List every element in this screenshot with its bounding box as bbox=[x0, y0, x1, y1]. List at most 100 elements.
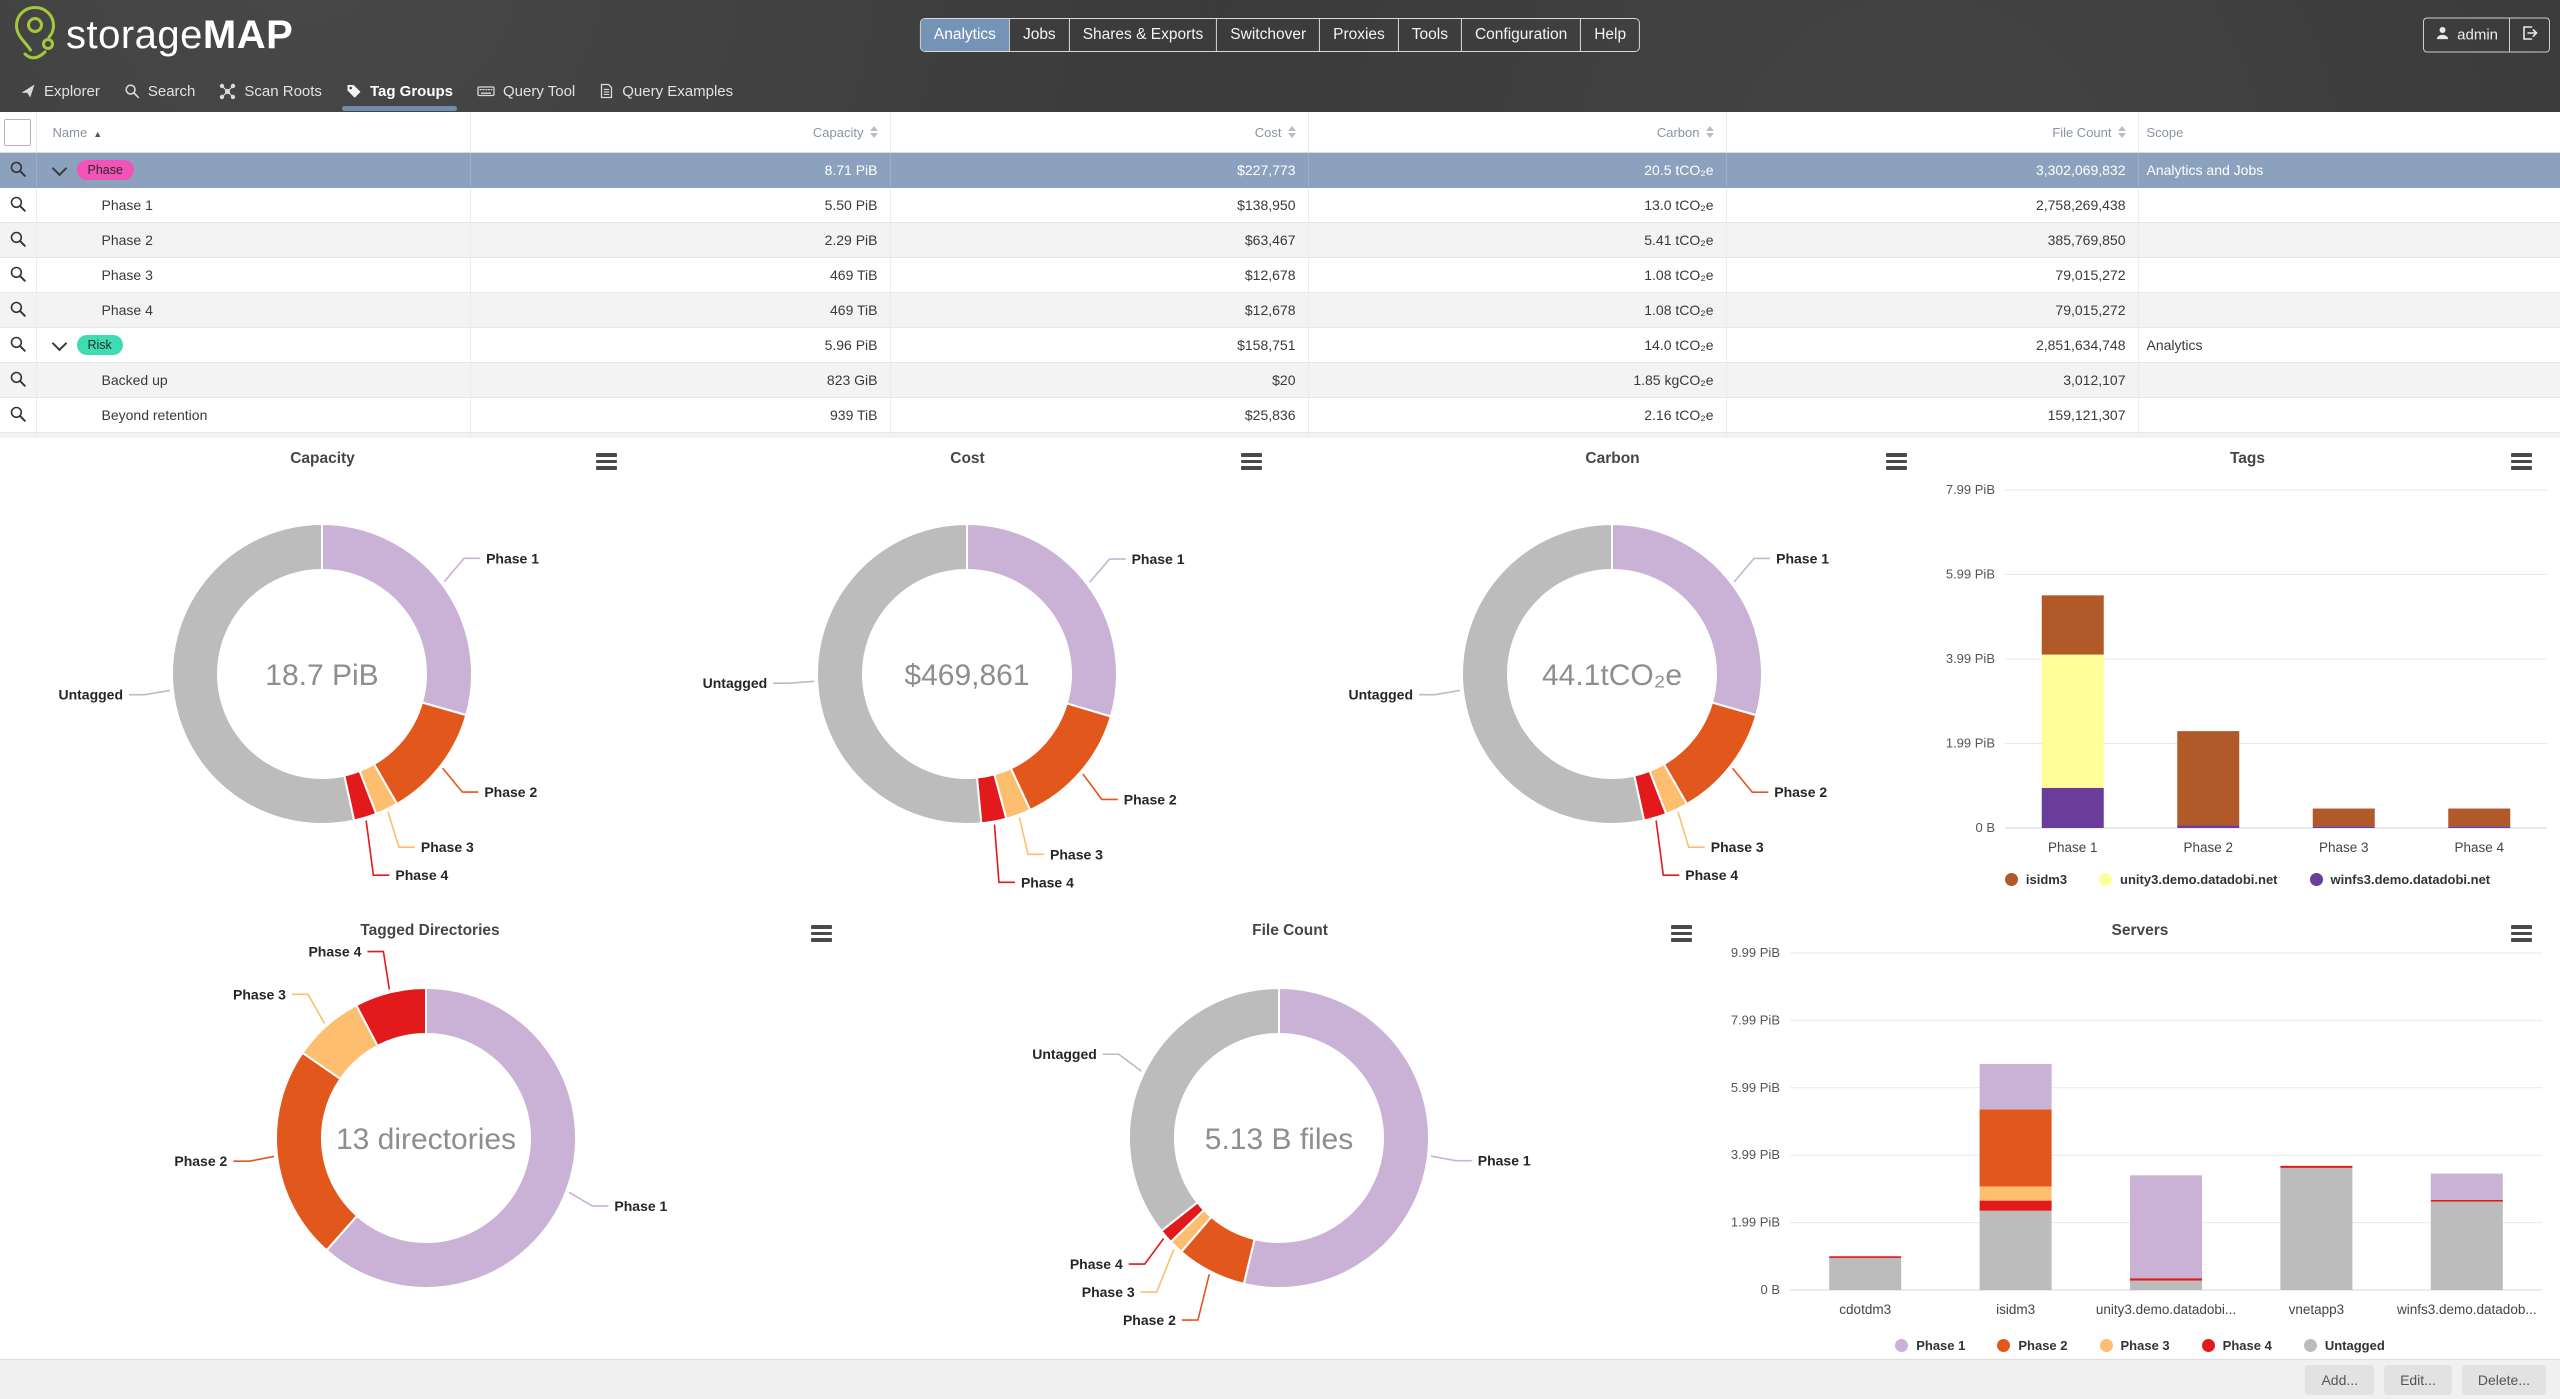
row-search-icon[interactable] bbox=[9, 305, 27, 321]
chart-menu-icon[interactable] bbox=[2511, 925, 2532, 942]
row-search-icon[interactable] bbox=[9, 410, 27, 426]
table-row-phase-4[interactable]: Phase 4469 TiB$12,6781.08 tCO₂e79,015,27… bbox=[0, 293, 2560, 328]
legend-label: Phase 1 bbox=[1916, 1338, 1965, 1353]
table-row-beyond-retention[interactable]: Beyond retention939 TiB$25,8362.16 tCO₂e… bbox=[0, 398, 2560, 433]
tab-analytics[interactable]: Analytics bbox=[921, 19, 1009, 51]
column-header-capacity[interactable]: Capacity bbox=[470, 112, 890, 153]
row-search-icon[interactable] bbox=[9, 235, 27, 251]
bar-segment-phase-1-winfs3-demo-datadob[interactable] bbox=[2431, 1174, 2503, 1200]
x-axis-label-phase-2: Phase 2 bbox=[2183, 840, 2233, 855]
cost-cell: $20 bbox=[890, 363, 1308, 398]
column-header-cost[interactable]: Cost bbox=[890, 112, 1308, 153]
subnav-item-query-tool[interactable]: Query Tool bbox=[465, 70, 587, 112]
bar-segment-phase-4-cdotdm3[interactable] bbox=[1829, 1256, 1901, 1258]
bar-segment-phase-4-unity3-demo-datadobi[interactable] bbox=[2130, 1278, 2202, 1280]
chart-menu-icon[interactable] bbox=[1886, 453, 1907, 470]
select-all-box[interactable] bbox=[4, 119, 31, 146]
column-header-carbon[interactable]: Carbon bbox=[1308, 112, 1726, 153]
row-search-icon[interactable] bbox=[9, 270, 27, 286]
legend-item-phase-3[interactable]: Phase 3 bbox=[2100, 1338, 2170, 1353]
bar-segment-unity3-demo-datadobi-net-phase-1[interactable] bbox=[2042, 655, 2104, 788]
tag-group-badge[interactable]: Phase bbox=[77, 160, 134, 180]
legend-item-untagged[interactable]: Untagged bbox=[2304, 1338, 2385, 1353]
tab-proxies[interactable]: Proxies bbox=[1319, 19, 1398, 51]
add-button[interactable]: Add... bbox=[2305, 1365, 2374, 1395]
column-header-name[interactable]: Name▲ bbox=[36, 112, 470, 153]
tab-jobs[interactable]: Jobs bbox=[1009, 19, 1069, 51]
sort-icon bbox=[2118, 126, 2126, 138]
y-axis-tick: 3.99 PiB bbox=[1731, 1147, 1780, 1162]
x-axis-label-winfs3-demo-datadob: winfs3.demo.datadob... bbox=[2396, 1302, 2537, 1317]
bar-segment-winfs3-demo-datadobi-net-phase-4[interactable] bbox=[2448, 826, 2510, 828]
tab-switchover[interactable]: Switchover bbox=[1216, 19, 1319, 51]
table-row-phase-1[interactable]: Phase 15.50 PiB$138,95013.0 tCO₂e2,758,2… bbox=[0, 188, 2560, 223]
legend-item-phase-2[interactable]: Phase 2 bbox=[1997, 1338, 2067, 1353]
bar-segment-untagged-winfs3-demo-datadob[interactable] bbox=[2431, 1202, 2503, 1290]
expander-chevron-icon[interactable] bbox=[51, 335, 67, 351]
legend-item-winfs3-demo-datadobi-net[interactable]: winfs3.demo.datadobi.net bbox=[2310, 872, 2491, 887]
column-header-file-count[interactable]: File Count bbox=[1726, 112, 2138, 153]
chart-menu-icon[interactable] bbox=[596, 453, 617, 470]
tab-configuration[interactable]: Configuration bbox=[1461, 19, 1580, 51]
legend-item-phase-1[interactable]: Phase 1 bbox=[1895, 1338, 1965, 1353]
column-header-scope[interactable]: Scope bbox=[2138, 112, 2560, 153]
bar-segment-phase-4-winfs3-demo-datadob[interactable] bbox=[2431, 1200, 2503, 1202]
donut-label-phase-4: Phase 4 bbox=[395, 867, 448, 883]
bar-segment-winfs3-demo-datadobi-net-phase-1[interactable] bbox=[2042, 788, 2104, 828]
chart-title-cost: Cost bbox=[645, 450, 1290, 468]
bar-segment-phase-4-isidm3[interactable] bbox=[1980, 1201, 2052, 1211]
table-row-phase-3[interactable]: Phase 3469 TiB$12,6781.08 tCO₂e79,015,27… bbox=[0, 258, 2560, 293]
subnav-item-search[interactable]: Search bbox=[112, 70, 208, 112]
logout-button[interactable] bbox=[2509, 19, 2549, 52]
tab-tools[interactable]: Tools bbox=[1398, 19, 1461, 51]
bar-segment-phase-3-isidm3[interactable] bbox=[1980, 1186, 2052, 1200]
row-search-icon[interactable] bbox=[9, 375, 27, 391]
table-row-phase-2[interactable]: Phase 22.29 PiB$63,4675.41 tCO₂e385,769,… bbox=[0, 223, 2560, 258]
subnav-item-query-examples[interactable]: Query Examples bbox=[587, 70, 745, 112]
bar-segment-phase-1-isidm3[interactable] bbox=[1980, 1064, 2052, 1110]
donut-segment-untagged[interactable] bbox=[1129, 988, 1279, 1231]
row-search-icon[interactable] bbox=[9, 165, 27, 181]
dark-header: storageMAP AnalyticsJobsShares & Exports… bbox=[0, 0, 2560, 112]
subnav-item-scan-roots[interactable]: Scan Roots bbox=[207, 70, 334, 112]
legend-item-phase-4[interactable]: Phase 4 bbox=[2202, 1338, 2272, 1353]
bar-segment-phase-4-vnetapp3[interactable] bbox=[2280, 1166, 2352, 1168]
subnav-item-tag-groups[interactable]: Tag Groups bbox=[334, 70, 465, 112]
legend-item-unity3-demo-datadobi-net[interactable]: unity3.demo.datadobi.net bbox=[2099, 872, 2277, 887]
expander-chevron-icon[interactable] bbox=[51, 160, 67, 176]
bar-segment-untagged-isidm3[interactable] bbox=[1980, 1211, 2052, 1290]
bar-segment-isidm3-phase-4[interactable] bbox=[2448, 809, 2510, 827]
admin-button[interactable]: admin bbox=[2424, 19, 2509, 52]
chart-menu-icon[interactable] bbox=[811, 925, 832, 942]
bar-segment-isidm3-phase-3[interactable] bbox=[2313, 809, 2375, 827]
delete-button[interactable]: Delete... bbox=[2462, 1365, 2546, 1395]
chart-menu-icon[interactable] bbox=[2511, 453, 2532, 470]
bar-segment-untagged-unity3-demo-datadobi[interactable] bbox=[2130, 1281, 2202, 1290]
bar-segment-winfs3-demo-datadobi-net-phase-3[interactable] bbox=[2313, 826, 2375, 828]
legend-dot bbox=[2202, 1339, 2215, 1352]
donut-segment-phase-2[interactable] bbox=[1011, 703, 1111, 810]
chart-menu-icon[interactable] bbox=[1671, 925, 1692, 942]
legend-label: Phase 4 bbox=[2223, 1338, 2272, 1353]
tag-group-badge[interactable]: Risk bbox=[77, 335, 123, 355]
legend-dot bbox=[2005, 873, 2018, 886]
subnav-item-explorer[interactable]: Explorer bbox=[8, 70, 112, 112]
row-search-icon[interactable] bbox=[9, 200, 27, 216]
chart-menu-icon[interactable] bbox=[1241, 453, 1262, 470]
table-row-backed-up[interactable]: Backed up823 GiB$201.85 kgCO₂e3,012,107 bbox=[0, 363, 2560, 398]
capacity-cell: 469 TiB bbox=[470, 258, 890, 293]
bar-segment-winfs3-demo-datadobi-net-phase-2[interactable] bbox=[2177, 825, 2239, 828]
edit-button[interactable]: Edit... bbox=[2384, 1365, 2452, 1395]
bar-segment-phase-2-isidm3[interactable] bbox=[1980, 1110, 2052, 1187]
table-row-risk[interactable]: Risk5.96 PiB$158,75114.0 tCO₂e2,851,634,… bbox=[0, 328, 2560, 363]
tab-help[interactable]: Help bbox=[1580, 19, 1639, 51]
table-row-phase[interactable]: Phase8.71 PiB$227,77320.5 tCO₂e3,302,069… bbox=[0, 153, 2560, 188]
bar-segment-untagged-vnetapp3[interactable] bbox=[2280, 1168, 2352, 1290]
row-search-icon[interactable] bbox=[9, 340, 27, 356]
legend-item-isidm3[interactable]: isidm3 bbox=[2005, 872, 2067, 887]
bar-segment-untagged-cdotdm3[interactable] bbox=[1829, 1258, 1901, 1290]
bar-segment-phase-1-unity3-demo-datadobi[interactable] bbox=[2130, 1175, 2202, 1278]
bar-segment-isidm3-phase-2[interactable] bbox=[2177, 731, 2239, 825]
bar-segment-isidm3-phase-1[interactable] bbox=[2042, 595, 2104, 654]
tab-shares-exports[interactable]: Shares & Exports bbox=[1069, 19, 1217, 51]
